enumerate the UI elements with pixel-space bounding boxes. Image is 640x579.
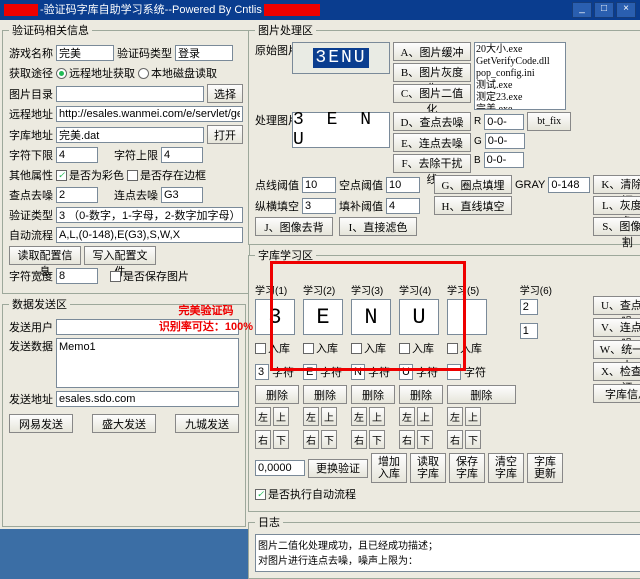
read-cfg-btn[interactable]: 读取配置信息 bbox=[9, 246, 81, 265]
add-btn[interactable]: 增加 入库 bbox=[371, 453, 407, 483]
btfix-btn[interactable]: bt_fix bbox=[527, 112, 571, 131]
qd-input[interactable] bbox=[56, 187, 98, 203]
btn-b[interactable]: B、图片灰度化 bbox=[393, 63, 471, 82]
btn-a[interactable]: A、图片缓冲 bbox=[393, 42, 471, 61]
send-addr-input[interactable] bbox=[56, 391, 239, 407]
btn-h[interactable]: H、直线填空 bbox=[434, 196, 512, 215]
border-chk[interactable]: 是否存在边框 bbox=[127, 167, 206, 183]
del-1[interactable]: 删除 bbox=[255, 385, 299, 404]
local-radio[interactable]: 本地磁盘读取 bbox=[138, 65, 217, 81]
b-input[interactable] bbox=[484, 152, 524, 168]
proc-group: 图片处理区 原始图片 3ENU A、图片缓冲 B、图片灰度化 C、图片二值化 2… bbox=[248, 22, 640, 245]
read-btn[interactable]: 读取 字库 bbox=[410, 453, 446, 483]
ld-input[interactable] bbox=[161, 187, 203, 203]
char-w-input[interactable] bbox=[56, 268, 98, 284]
btn-w[interactable]: W、统一大小 bbox=[593, 340, 640, 359]
btn-d[interactable]: D、查点去噪 bbox=[393, 112, 471, 131]
write-cfg-btn[interactable]: 写入配置文件 bbox=[84, 246, 156, 265]
clear-btn[interactable]: 清空 字库 bbox=[488, 453, 524, 483]
blank-input[interactable] bbox=[386, 177, 420, 193]
log-group: 日志 图片二值化处理成功，且已经成功描述； 对图片进行连点去噪，噪声上限为： bbox=[248, 514, 640, 579]
sd-btn[interactable]: 盛大发送 bbox=[92, 414, 156, 433]
del-5[interactable]: 删除 bbox=[447, 385, 516, 404]
auto-flow-input[interactable] bbox=[56, 227, 243, 243]
upd-btn[interactable]: 字库 更新 bbox=[527, 453, 563, 483]
lib-addr-input[interactable] bbox=[56, 127, 204, 143]
min-btn[interactable]: _ bbox=[572, 2, 592, 18]
del-4[interactable]: 删除 bbox=[399, 385, 443, 404]
color-chk[interactable]: 是否为彩色 bbox=[56, 167, 124, 183]
gray-input[interactable] bbox=[548, 177, 590, 193]
char-up-input[interactable] bbox=[161, 147, 203, 163]
code-type-input[interactable] bbox=[175, 45, 233, 61]
close-btn[interactable]: × bbox=[616, 2, 636, 18]
char-low-input[interactable] bbox=[56, 147, 98, 163]
btn-s[interactable]: S、图像分割 bbox=[593, 217, 640, 236]
promo-text: 完美验证码 识别率可达：100% bbox=[146, 302, 266, 334]
dot-input[interactable] bbox=[302, 177, 336, 193]
log-area[interactable]: 图片二值化处理成功，且已经成功描述； 对图片进行连点去噪，噪声上限为： bbox=[255, 534, 640, 572]
reload-btn[interactable]: 更换验证 bbox=[308, 459, 368, 478]
btn-l[interactable]: L、灰度滤色 bbox=[593, 196, 640, 215]
num1[interactable] bbox=[520, 299, 538, 315]
btn-i[interactable]: I、直接滤色 bbox=[339, 217, 417, 236]
orig-captcha: 3ENU bbox=[292, 42, 390, 74]
game-name-input[interactable] bbox=[56, 45, 114, 61]
btn-k[interactable]: K、清除验证 bbox=[593, 175, 640, 194]
hv-input[interactable] bbox=[302, 198, 336, 214]
g-input[interactable] bbox=[485, 133, 525, 149]
proc-captcha: 3 E N U bbox=[292, 112, 390, 148]
btn-v[interactable]: V、连点去噪 bbox=[593, 318, 640, 337]
fill-input[interactable] bbox=[386, 198, 420, 214]
btn-lib[interactable]: 字库信息 bbox=[593, 384, 640, 403]
num2[interactable] bbox=[520, 323, 538, 339]
browse-btn[interactable]: 选择 bbox=[207, 84, 243, 103]
btn-g[interactable]: G、圈点填埋 bbox=[434, 175, 512, 194]
char-2: E bbox=[303, 299, 343, 335]
btn-c[interactable]: C、图片二值化 bbox=[393, 84, 471, 103]
btn-u[interactable]: U、查点去噪 bbox=[593, 296, 640, 315]
remote-addr-input[interactable] bbox=[56, 106, 243, 122]
spin-input[interactable] bbox=[255, 460, 305, 476]
file-list[interactable]: 20大小.exe GetVerifyCode.dll pop_config.in… bbox=[474, 42, 566, 110]
r-input[interactable] bbox=[484, 114, 524, 130]
save-img-chk[interactable]: 是否保存图片 bbox=[110, 268, 189, 284]
save-btn[interactable]: 保存 字库 bbox=[449, 453, 485, 483]
del-3[interactable]: 删除 bbox=[351, 385, 395, 404]
code-cat-input[interactable] bbox=[56, 207, 243, 223]
del-2[interactable]: 删除 bbox=[303, 385, 347, 404]
app-title: -验证码字库自助学习系统--Powered By Cntlis bbox=[40, 0, 262, 20]
btn-j[interactable]: J、图像去背 bbox=[255, 217, 333, 236]
ne-btn[interactable]: 网易发送 bbox=[9, 414, 73, 433]
open-btn[interactable]: 打开 bbox=[207, 125, 243, 144]
char-5 bbox=[447, 299, 487, 335]
btn-e[interactable]: E、连点去噪 bbox=[393, 133, 471, 152]
autorun-chk[interactable]: 是否执行自动流程 bbox=[255, 486, 356, 502]
char-3: N bbox=[351, 299, 391, 335]
send-data-memo[interactable]: Memo1 bbox=[56, 338, 239, 388]
learn-group: 字库学习区 学习(1) 学习(2) 学习(3) 学习(4) 学习(1) 3 入库… bbox=[248, 247, 640, 512]
max-btn[interactable]: □ bbox=[594, 2, 614, 18]
char-4: U bbox=[399, 299, 439, 335]
nc-btn[interactable]: 九城发送 bbox=[175, 414, 239, 433]
btn-x[interactable]: X、检查验证 bbox=[593, 362, 640, 381]
btn-f[interactable]: F、去除干扰线 bbox=[393, 154, 471, 173]
remote-radio[interactable]: 远程地址获取 bbox=[56, 65, 135, 81]
pic-dir-input[interactable] bbox=[56, 86, 204, 102]
captcha-info-group: 验证码相关信息 游戏名称验证码类型 获取途径远程地址获取本地磁盘读取 图片目录选… bbox=[2, 22, 250, 294]
